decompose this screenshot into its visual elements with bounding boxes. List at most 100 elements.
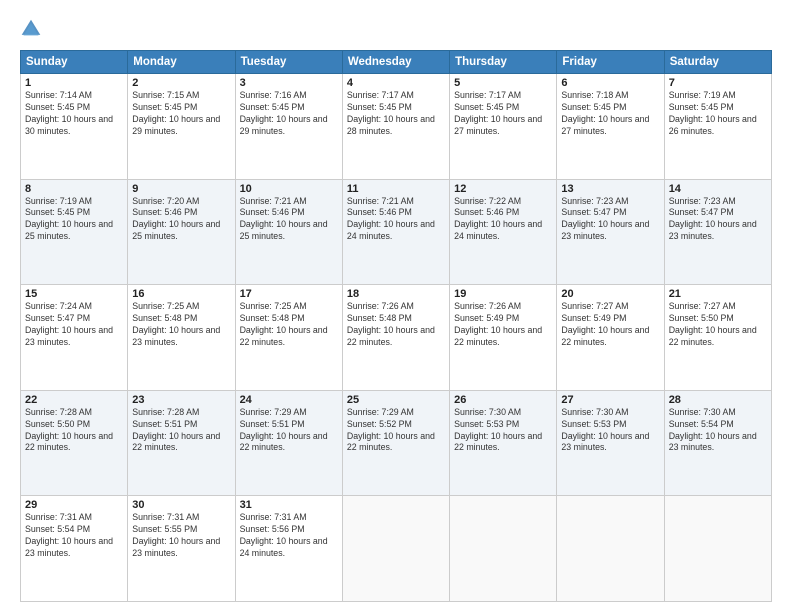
day-cell-15: 15Sunrise: 7:24 AMSunset: 5:47 PMDayligh… [21,285,128,391]
day-number: 25 [347,394,445,406]
logo-icon [20,18,42,40]
day-info: Sunrise: 7:17 AMSunset: 5:45 PMDaylight:… [347,90,445,138]
day-cell-18: 18Sunrise: 7:26 AMSunset: 5:48 PMDayligh… [342,285,449,391]
day-cell-17: 17Sunrise: 7:25 AMSunset: 5:48 PMDayligh… [235,285,342,391]
day-number: 15 [25,288,123,300]
day-cell-30: 30Sunrise: 7:31 AMSunset: 5:55 PMDayligh… [128,496,235,602]
day-cell-4: 4Sunrise: 7:17 AMSunset: 5:45 PMDaylight… [342,74,449,180]
day-cell-9: 9Sunrise: 7:20 AMSunset: 5:46 PMDaylight… [128,179,235,285]
day-info: Sunrise: 7:19 AMSunset: 5:45 PMDaylight:… [669,90,767,138]
week-row-3: 15Sunrise: 7:24 AMSunset: 5:47 PMDayligh… [21,285,772,391]
day-number: 21 [669,288,767,300]
day-info: Sunrise: 7:27 AMSunset: 5:49 PMDaylight:… [561,301,659,349]
day-info: Sunrise: 7:30 AMSunset: 5:54 PMDaylight:… [669,407,767,455]
week-row-2: 8Sunrise: 7:19 AMSunset: 5:45 PMDaylight… [21,179,772,285]
day-cell-25: 25Sunrise: 7:29 AMSunset: 5:52 PMDayligh… [342,390,449,496]
day-info: Sunrise: 7:31 AMSunset: 5:56 PMDaylight:… [240,512,338,560]
day-cell-11: 11Sunrise: 7:21 AMSunset: 5:46 PMDayligh… [342,179,449,285]
weekday-wednesday: Wednesday [342,51,449,74]
day-info: Sunrise: 7:31 AMSunset: 5:55 PMDaylight:… [132,512,230,560]
day-number: 7 [669,77,767,89]
day-info: Sunrise: 7:20 AMSunset: 5:46 PMDaylight:… [132,196,230,244]
day-number: 5 [454,77,552,89]
day-info: Sunrise: 7:23 AMSunset: 5:47 PMDaylight:… [561,196,659,244]
day-info: Sunrise: 7:19 AMSunset: 5:45 PMDaylight:… [25,196,123,244]
day-cell-7: 7Sunrise: 7:19 AMSunset: 5:45 PMDaylight… [664,74,771,180]
day-info: Sunrise: 7:14 AMSunset: 5:45 PMDaylight:… [25,90,123,138]
day-info: Sunrise: 7:21 AMSunset: 5:46 PMDaylight:… [347,196,445,244]
day-cell-26: 26Sunrise: 7:30 AMSunset: 5:53 PMDayligh… [450,390,557,496]
day-info: Sunrise: 7:15 AMSunset: 5:45 PMDaylight:… [132,90,230,138]
day-number: 10 [240,183,338,195]
day-info: Sunrise: 7:24 AMSunset: 5:47 PMDaylight:… [25,301,123,349]
empty-cell [450,496,557,602]
day-cell-16: 16Sunrise: 7:25 AMSunset: 5:48 PMDayligh… [128,285,235,391]
day-info: Sunrise: 7:26 AMSunset: 5:49 PMDaylight:… [454,301,552,349]
day-number: 8 [25,183,123,195]
day-cell-3: 3Sunrise: 7:16 AMSunset: 5:45 PMDaylight… [235,74,342,180]
week-row-5: 29Sunrise: 7:31 AMSunset: 5:54 PMDayligh… [21,496,772,602]
day-number: 16 [132,288,230,300]
weekday-header-row: SundayMondayTuesdayWednesdayThursdayFrid… [21,51,772,74]
day-info: Sunrise: 7:30 AMSunset: 5:53 PMDaylight:… [561,407,659,455]
day-info: Sunrise: 7:28 AMSunset: 5:50 PMDaylight:… [25,407,123,455]
day-number: 26 [454,394,552,406]
day-cell-13: 13Sunrise: 7:23 AMSunset: 5:47 PMDayligh… [557,179,664,285]
day-info: Sunrise: 7:29 AMSunset: 5:52 PMDaylight:… [347,407,445,455]
day-number: 19 [454,288,552,300]
day-info: Sunrise: 7:23 AMSunset: 5:47 PMDaylight:… [669,196,767,244]
day-info: Sunrise: 7:31 AMSunset: 5:54 PMDaylight:… [25,512,123,560]
weekday-monday: Monday [128,51,235,74]
weekday-saturday: Saturday [664,51,771,74]
page-header [20,18,772,40]
day-number: 27 [561,394,659,406]
week-row-1: 1Sunrise: 7:14 AMSunset: 5:45 PMDaylight… [21,74,772,180]
day-number: 12 [454,183,552,195]
day-cell-28: 28Sunrise: 7:30 AMSunset: 5:54 PMDayligh… [664,390,771,496]
calendar-table: SundayMondayTuesdayWednesdayThursdayFrid… [20,50,772,602]
empty-cell [664,496,771,602]
day-cell-14: 14Sunrise: 7:23 AMSunset: 5:47 PMDayligh… [664,179,771,285]
weekday-sunday: Sunday [21,51,128,74]
day-info: Sunrise: 7:25 AMSunset: 5:48 PMDaylight:… [132,301,230,349]
day-cell-12: 12Sunrise: 7:22 AMSunset: 5:46 PMDayligh… [450,179,557,285]
day-cell-21: 21Sunrise: 7:27 AMSunset: 5:50 PMDayligh… [664,285,771,391]
empty-cell [342,496,449,602]
day-info: Sunrise: 7:28 AMSunset: 5:51 PMDaylight:… [132,407,230,455]
day-info: Sunrise: 7:26 AMSunset: 5:48 PMDaylight:… [347,301,445,349]
day-number: 13 [561,183,659,195]
day-cell-19: 19Sunrise: 7:26 AMSunset: 5:49 PMDayligh… [450,285,557,391]
day-number: 20 [561,288,659,300]
day-info: Sunrise: 7:16 AMSunset: 5:45 PMDaylight:… [240,90,338,138]
day-info: Sunrise: 7:30 AMSunset: 5:53 PMDaylight:… [454,407,552,455]
day-cell-1: 1Sunrise: 7:14 AMSunset: 5:45 PMDaylight… [21,74,128,180]
weekday-thursday: Thursday [450,51,557,74]
day-number: 11 [347,183,445,195]
day-cell-23: 23Sunrise: 7:28 AMSunset: 5:51 PMDayligh… [128,390,235,496]
day-cell-31: 31Sunrise: 7:31 AMSunset: 5:56 PMDayligh… [235,496,342,602]
day-info: Sunrise: 7:21 AMSunset: 5:46 PMDaylight:… [240,196,338,244]
day-number: 3 [240,77,338,89]
day-cell-29: 29Sunrise: 7:31 AMSunset: 5:54 PMDayligh… [21,496,128,602]
day-number: 31 [240,499,338,511]
day-cell-8: 8Sunrise: 7:19 AMSunset: 5:45 PMDaylight… [21,179,128,285]
day-number: 1 [25,77,123,89]
day-number: 6 [561,77,659,89]
weekday-tuesday: Tuesday [235,51,342,74]
day-number: 23 [132,394,230,406]
day-info: Sunrise: 7:22 AMSunset: 5:46 PMDaylight:… [454,196,552,244]
empty-cell [557,496,664,602]
day-info: Sunrise: 7:25 AMSunset: 5:48 PMDaylight:… [240,301,338,349]
day-cell-10: 10Sunrise: 7:21 AMSunset: 5:46 PMDayligh… [235,179,342,285]
day-number: 18 [347,288,445,300]
day-cell-27: 27Sunrise: 7:30 AMSunset: 5:53 PMDayligh… [557,390,664,496]
day-cell-24: 24Sunrise: 7:29 AMSunset: 5:51 PMDayligh… [235,390,342,496]
weekday-friday: Friday [557,51,664,74]
day-number: 24 [240,394,338,406]
day-cell-20: 20Sunrise: 7:27 AMSunset: 5:49 PMDayligh… [557,285,664,391]
week-row-4: 22Sunrise: 7:28 AMSunset: 5:50 PMDayligh… [21,390,772,496]
day-number: 17 [240,288,338,300]
day-info: Sunrise: 7:29 AMSunset: 5:51 PMDaylight:… [240,407,338,455]
day-number: 28 [669,394,767,406]
day-number: 22 [25,394,123,406]
